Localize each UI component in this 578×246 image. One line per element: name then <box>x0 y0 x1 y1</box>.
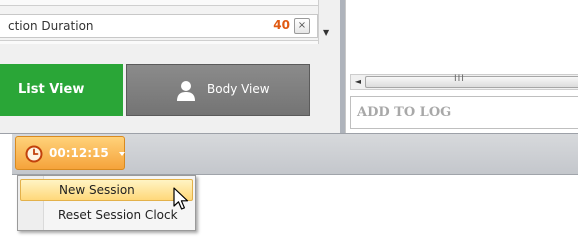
scroll-down-icon[interactable]: ▼ <box>323 28 329 37</box>
menu-item-label: Reset Session Clock <box>58 208 178 222</box>
menu-item-label: New Session <box>59 183 135 197</box>
remove-button[interactable]: × <box>294 18 310 34</box>
menu-item-reset-session-clock[interactable]: Reset Session Clock <box>20 204 193 226</box>
clock-icon <box>25 145 43 163</box>
body-view-label: Body View <box>207 82 270 96</box>
session-clock-button[interactable]: 00:12:15 <box>15 136 125 170</box>
person-icon <box>177 81 195 101</box>
scroll-left-icon[interactable]: ◄ <box>351 75 365 89</box>
horizontal-scrollbar[interactable]: ◄ III <box>350 74 578 90</box>
mouse-cursor-icon <box>173 187 189 210</box>
vertical-scrollbar[interactable]: ▼ <box>318 0 340 44</box>
log-panel: ◄ III ADD TO LOG <box>345 0 578 133</box>
add-to-log-input[interactable]: ADD TO LOG <box>350 96 578 129</box>
body-view-button[interactable]: Body View <box>126 64 310 116</box>
toolbar: 00:12:15 <box>0 133 578 176</box>
grip-icon: III <box>454 74 465 84</box>
session-menu: New Session Reset Session Clock <box>17 175 196 231</box>
toolbar-edge <box>0 134 12 176</box>
list-row-partial <box>0 0 318 6</box>
list-view-button[interactable]: List View <box>0 64 123 116</box>
session-time: 00:12:15 <box>49 146 109 160</box>
menu-item-new-session[interactable]: New Session <box>20 179 193 201</box>
list-item-count: 40 <box>273 18 290 32</box>
view-switcher: List View Body View <box>0 44 340 133</box>
list-panel: ction Duration 40 × <box>0 0 330 44</box>
chevron-down-icon <box>119 152 125 156</box>
scrollbar-thumb[interactable]: III <box>365 74 578 88</box>
list-item-label: ction Duration <box>8 19 94 33</box>
list-item[interactable]: ction Duration 40 × <box>0 14 318 38</box>
